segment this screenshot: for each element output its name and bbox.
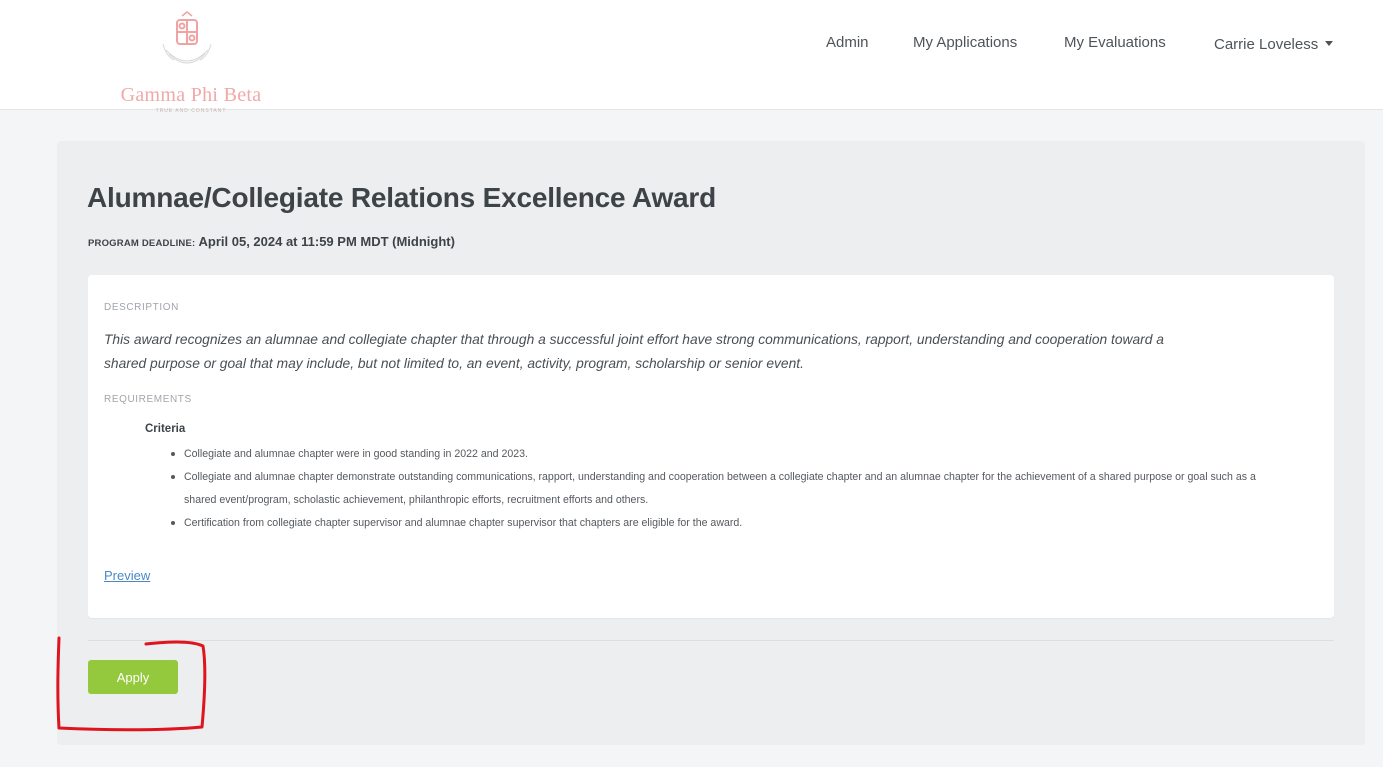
logo-motto: TRUE AND CONSTANT [155, 108, 227, 114]
deadline-label: PROGRAM DEADLINE: [88, 238, 196, 249]
criteria-item: Certification from collegiate chapter su… [168, 512, 1278, 535]
description-text: This award recognizes an alumnae and col… [104, 328, 1304, 376]
description-line: This award recognizes an alumnae and col… [104, 332, 1164, 347]
criteria-item: Collegiate and alumnae chapter were in g… [168, 443, 1278, 466]
nav-my-evaluations-link[interactable]: My Evaluations [1064, 34, 1166, 58]
criteria-heading: Criteria [145, 423, 186, 435]
user-menu-dropdown[interactable]: Carrie Loveless [1214, 36, 1334, 60]
nav-my-applications-link[interactable]: My Applications [913, 34, 1017, 58]
criteria-item: Collegiate and alumnae chapter demonstra… [168, 466, 1278, 512]
divider [88, 640, 1334, 641]
page-title: Alumnae/Collegiate Relations Excellence … [87, 182, 716, 213]
logo-wordmark: Gamma Phi Beta [120, 84, 262, 106]
user-name: Carrie Loveless [1214, 36, 1319, 53]
description-line: shared purpose or goal that may include,… [104, 356, 804, 371]
criteria-list: Collegiate and alumnae chapter were in g… [168, 443, 1278, 535]
nav-admin-link[interactable]: Admin [826, 34, 869, 58]
crest-icon [162, 11, 212, 64]
top-navigation-bar: Gamma Phi Beta TRUE AND CONSTANT Admin M… [0, 0, 1383, 114]
preview-link[interactable]: Preview [104, 568, 150, 583]
description-label: DESCRIPTION [104, 302, 179, 313]
caret-down-icon [1325, 40, 1334, 46]
requirements-label: REQUIREMENTS [104, 394, 192, 405]
program-deadline: PROGRAM DEADLINE: April 05, 2024 at 11:5… [88, 234, 455, 249]
gamma-phi-beta-logo[interactable]: Gamma Phi Beta TRUE AND CONSTANT [96, 10, 286, 114]
deadline-value: April 05, 2024 at 11:59 PM MDT (Midnight… [198, 234, 455, 249]
apply-button[interactable]: Apply [88, 660, 178, 694]
